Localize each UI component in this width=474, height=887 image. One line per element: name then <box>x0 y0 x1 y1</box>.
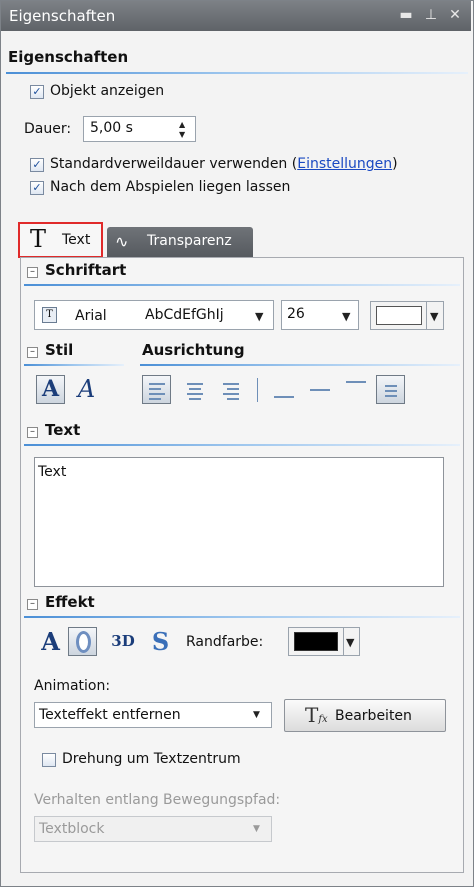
font-preview: AbCdEfGhIj <box>145 307 224 323</box>
align-center-button[interactable] <box>180 375 209 404</box>
border-color-swatch <box>294 632 338 651</box>
border-color-picker[interactable]: ▼ <box>288 627 360 656</box>
spin-up-icon[interactable]: ▲ <box>179 121 189 129</box>
tab-text[interactable]: T Text <box>18 222 103 258</box>
use-default-duration-checkbox[interactable]: ✓ <box>30 158 44 172</box>
text-fx-icon: Tfx <box>305 703 328 727</box>
collapse-effect-icon[interactable]: – <box>27 599 38 610</box>
minimize-icon[interactable]: ▬ <box>397 5 415 25</box>
path-behavior-value: Textblock <box>39 821 105 837</box>
rotate-center-checkbox[interactable] <box>42 753 56 767</box>
use-default-duration-label: Standardverweildauer verwenden (Einstell… <box>50 156 398 172</box>
animation-label: Animation: <box>34 678 111 694</box>
text-divider <box>24 444 460 446</box>
section-title: Eigenschaften <box>8 48 129 66</box>
text-input-area[interactable]: Text <box>34 457 444 587</box>
pin-icon[interactable]: ⊥ <box>422 5 440 25</box>
font-size-select[interactable]: 26 ▼ <box>281 300 359 330</box>
collapse-style-icon[interactable]: – <box>27 347 38 358</box>
stay-after-play-checkbox[interactable]: ✓ <box>30 181 44 195</box>
spin-down-icon[interactable]: ▼ <box>179 131 189 139</box>
animation-select[interactable]: Texteffekt entfernen ▼ <box>34 702 272 728</box>
use-default-text: Standardverweildauer verwenden ( <box>50 156 298 172</box>
font-color-picker[interactable]: ▼ <box>370 301 444 330</box>
font-divider <box>24 284 460 286</box>
chevron-down-icon[interactable]: ▼ <box>253 710 260 720</box>
font-family-select[interactable]: T Arial AbCdEfGhIj ▼ <box>34 300 274 330</box>
transparency-icon: ∿ <box>115 232 129 251</box>
effect-outline-button[interactable] <box>68 627 97 656</box>
align-separator <box>257 378 258 402</box>
collapse-font-icon[interactable]: – <box>27 267 38 278</box>
edit-effect-button[interactable]: Tfx Bearbeiten <box>284 699 446 732</box>
outline-icon <box>76 631 91 653</box>
effect-divider <box>24 616 460 618</box>
effect-plain-button[interactable]: A <box>36 627 65 656</box>
text-tab-icon: T <box>30 225 47 253</box>
tab-transparenz[interactable]: ∿ Transparenz <box>107 227 253 258</box>
text-input-value: Text <box>38 464 67 480</box>
window-title: Eigenschaften <box>9 7 116 25</box>
text-section-title: Text <box>45 421 81 439</box>
align-left-button[interactable] <box>142 375 171 404</box>
font-name: Arial <box>75 308 107 324</box>
valign-bottom-button[interactable] <box>269 375 298 404</box>
show-object-label: Objekt anzeigen <box>50 83 165 99</box>
text-style-normal-button[interactable]: A <box>36 375 65 404</box>
duration-value: 5,00 s <box>90 120 133 136</box>
effect-3d-button[interactable]: 3D <box>106 627 140 656</box>
align-right-button[interactable] <box>216 375 245 404</box>
chevron-down-icon[interactable]: ▼ <box>255 310 263 323</box>
effect-shadow-button[interactable]: S <box>146 627 175 656</box>
collapse-text-icon[interactable]: – <box>27 427 38 438</box>
effect-section-title: Effekt <box>45 593 95 611</box>
tab-transparenz-label: Transparenz <box>147 233 232 249</box>
chevron-down-icon[interactable]: ▼ <box>253 824 260 834</box>
close-icon[interactable]: ✕ <box>446 5 464 25</box>
font-color-swatch <box>376 306 422 325</box>
chevron-down-icon[interactable]: ▼ <box>342 310 350 323</box>
section-divider <box>6 72 468 74</box>
font-type-icon: T <box>42 307 57 323</box>
duration-label: Dauer: <box>24 121 72 137</box>
rotate-center-label: Drehung um Textzentrum <box>62 751 241 767</box>
edit-button-label: Bearbeiten <box>335 708 412 724</box>
style-divider <box>24 364 124 366</box>
font-size-value: 26 <box>287 306 305 322</box>
valign-middle-button[interactable] <box>305 375 334 404</box>
font-section-title: Schriftart <box>45 261 127 279</box>
text-style-italic-button[interactable]: A <box>72 375 101 404</box>
align-divider <box>140 364 460 366</box>
tab-text-label: Text <box>62 232 91 248</box>
settings-link[interactable]: Einstellungen <box>297 156 392 172</box>
picker-separator <box>343 628 344 655</box>
path-behavior-select[interactable]: Textblock ▼ <box>34 816 272 842</box>
align-section-title: Ausrichtung <box>142 341 245 359</box>
use-default-text-end: ) <box>392 156 398 172</box>
picker-separator <box>426 302 427 329</box>
path-behavior-label: Verhalten entlang Bewegungspfad: <box>34 792 281 808</box>
animation-value: Texteffekt entfernen <box>39 707 181 723</box>
chevron-down-icon[interactable]: ▼ <box>430 310 438 323</box>
duration-spinner[interactable]: 5,00 s ▲ ▼ <box>83 116 196 142</box>
chevron-down-icon[interactable]: ▼ <box>346 636 354 649</box>
fit-text-button[interactable] <box>376 375 405 404</box>
valign-top-button[interactable] <box>341 375 370 404</box>
stay-after-play-label: Nach dem Abspielen liegen lassen <box>50 179 291 195</box>
show-object-checkbox[interactable]: ✓ <box>30 85 44 99</box>
title-bar[interactable]: Eigenschaften ▬ ⊥ ✕ <box>1 1 471 31</box>
style-section-title: Stil <box>45 341 74 359</box>
border-color-label: Randfarbe: <box>186 634 264 650</box>
